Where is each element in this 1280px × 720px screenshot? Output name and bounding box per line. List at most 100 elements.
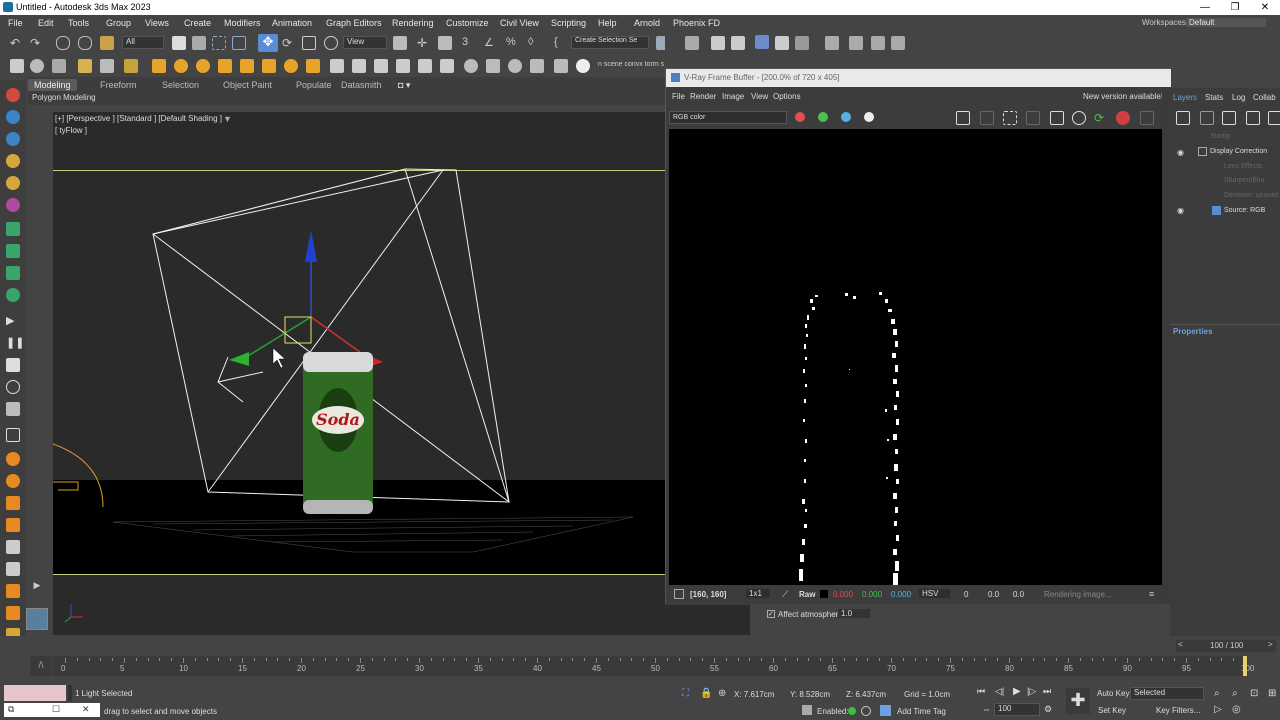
enabled-dot[interactable] bbox=[848, 707, 856, 715]
vfb-splitter[interactable] bbox=[1162, 88, 1170, 604]
z-coord[interactable]: Z: 6.437cm bbox=[846, 690, 886, 699]
pivot-center-icon[interactable] bbox=[393, 36, 407, 50]
set-key-button[interactable]: Set Key bbox=[1098, 706, 1126, 715]
key-set-dropdown[interactable]: Selected bbox=[1130, 687, 1204, 700]
vray-material-icon[interactable] bbox=[464, 59, 478, 73]
tab-selection[interactable]: Selection bbox=[162, 80, 199, 90]
green-channel-button[interactable] bbox=[818, 112, 828, 122]
tab-layers[interactable]: Layers bbox=[1173, 93, 1197, 102]
vray-render-icon[interactable] bbox=[508, 59, 522, 73]
angle-snap-icon[interactable]: ∠ bbox=[484, 36, 498, 50]
vray-sun2-icon[interactable] bbox=[284, 59, 298, 73]
named-selection-dropdown[interactable]: Create Selection Se bbox=[571, 36, 649, 49]
alpha-channel-button[interactable] bbox=[864, 112, 874, 122]
fire-icon-8[interactable] bbox=[6, 606, 20, 620]
vray-plane-icon[interactable] bbox=[374, 59, 388, 73]
zoom-icon[interactable]: ⌕ bbox=[1214, 688, 1220, 699]
render-last-icon[interactable] bbox=[1140, 111, 1154, 125]
orbit-icon[interactable]: ◎ bbox=[1232, 704, 1241, 715]
maxscript-mini-listener[interactable] bbox=[4, 685, 66, 701]
tool-icon-5[interactable] bbox=[6, 540, 20, 554]
lock-icon[interactable]: 🔒 bbox=[700, 688, 712, 699]
vray-ipr-icon[interactable] bbox=[530, 59, 544, 73]
layer-explorer-icon[interactable] bbox=[731, 36, 745, 50]
menu-animation[interactable]: Animation bbox=[272, 18, 312, 28]
tool-green-2-icon[interactable] bbox=[6, 244, 20, 258]
layer-add-icon[interactable] bbox=[1176, 111, 1190, 125]
vray-icon-6[interactable] bbox=[124, 59, 138, 73]
link-icon[interactable] bbox=[56, 36, 70, 50]
zoom-extents-all-icon[interactable]: ⊞ bbox=[1268, 688, 1276, 699]
vray-sun-icon[interactable] bbox=[152, 59, 166, 73]
select-object-icon[interactable] bbox=[172, 36, 186, 50]
eye-icon[interactable]: ◉ bbox=[1177, 148, 1184, 157]
tab-log[interactable]: Log bbox=[1232, 93, 1245, 102]
red-channel-button[interactable] bbox=[795, 112, 805, 122]
time-tag-icon[interactable] bbox=[880, 705, 891, 716]
menu-views[interactable]: Views bbox=[145, 18, 169, 28]
expand-arrow-icon[interactable]: ▶ bbox=[26, 580, 48, 594]
percent-snap-icon[interactable]: % bbox=[506, 36, 520, 50]
vray-fur-icon[interactable] bbox=[352, 59, 366, 73]
tab-modeling[interactable]: Modeling bbox=[28, 79, 77, 91]
zoom-all-icon[interactable]: ⌕ bbox=[1232, 688, 1238, 699]
hierarchy-icon[interactable] bbox=[6, 132, 20, 146]
vray-icon-3[interactable] bbox=[52, 59, 66, 73]
menu-help[interactable]: Help bbox=[598, 18, 617, 28]
zoom-extents-icon[interactable]: ⊡ bbox=[1250, 688, 1258, 699]
trash-icon[interactable] bbox=[6, 402, 20, 416]
vray-icon-2[interactable] bbox=[30, 59, 44, 73]
time-config-icon[interactable]: ⚙ bbox=[1044, 704, 1052, 715]
abs-mode-icon[interactable]: ⊕ bbox=[718, 688, 726, 699]
menu-customize[interactable]: Customize bbox=[446, 18, 489, 28]
timeline-mini-icon[interactable]: /\ bbox=[30, 656, 52, 676]
layer-load-icon[interactable] bbox=[1222, 111, 1236, 125]
vfb-menu-view[interactable]: View bbox=[751, 92, 768, 101]
stop-icon[interactable] bbox=[6, 358, 20, 372]
polygon-modeling-label[interactable]: Polygon Modeling bbox=[32, 93, 96, 102]
render-setup-icon[interactable] bbox=[849, 36, 863, 50]
scene-explorer-icon[interactable] bbox=[711, 36, 725, 50]
display-icon[interactable] bbox=[6, 176, 20, 190]
schematic-view-icon[interactable] bbox=[795, 36, 809, 50]
menu-create[interactable]: Create bbox=[184, 18, 211, 28]
vfb-menu-file[interactable]: File bbox=[672, 92, 685, 101]
key-mode-icon[interactable]: ⇔ bbox=[982, 704, 991, 714]
next-frame-icon[interactable]: |▷ bbox=[1027, 686, 1036, 697]
menu-civil-view[interactable]: Civil View bbox=[500, 18, 539, 28]
menu-phoenix-fd[interactable]: Phoenix FD bbox=[673, 18, 720, 28]
time-tag-circle-icon[interactable] bbox=[861, 706, 871, 716]
layer-menu-icon[interactable] bbox=[1268, 111, 1280, 125]
save-image-icon[interactable] bbox=[956, 111, 970, 125]
square-icon[interactable]: ☐ bbox=[52, 704, 60, 715]
render-image[interactable] bbox=[669, 129, 1163, 585]
record-icon[interactable] bbox=[6, 380, 20, 394]
window-icon[interactable]: ⧉ bbox=[8, 704, 14, 715]
tab-stats[interactable]: Stats bbox=[1205, 93, 1223, 102]
vray-sphere-icon[interactable] bbox=[196, 59, 210, 73]
isolate-icon[interactable]: ⛶ bbox=[682, 688, 689, 699]
tool-icon-6[interactable] bbox=[6, 562, 20, 576]
menu-graph-editors[interactable]: Graph Editors bbox=[326, 18, 382, 28]
utilities-icon[interactable] bbox=[6, 198, 20, 212]
vray-icon-5[interactable] bbox=[100, 59, 114, 73]
new-version-link[interactable]: New version available! bbox=[1083, 92, 1163, 101]
render-frame-icon[interactable] bbox=[871, 36, 885, 50]
layer-sharpen[interactable]: Sharpen/Blur bbox=[1224, 177, 1265, 184]
vray-mesh-light-icon[interactable] bbox=[262, 59, 276, 73]
vray-proxy-icon[interactable] bbox=[330, 59, 344, 73]
render-production-icon[interactable] bbox=[891, 36, 905, 50]
x-icon[interactable]: ✕ bbox=[82, 704, 90, 715]
ribbon-toggle-icon[interactable] bbox=[755, 35, 769, 49]
menu-arnold[interactable]: Arnold bbox=[634, 18, 660, 28]
compare-icon[interactable] bbox=[1050, 111, 1064, 125]
color-mode-dropdown[interactable]: HSV bbox=[919, 589, 951, 598]
timeline[interactable]: 0 5 10 15 20 25 30 35 40 45 50 55 60 65 70 75 80 85 90 95 10… bbox=[53, 656, 1254, 676]
snap-3d-icon[interactable]: 3 bbox=[462, 36, 476, 50]
minimize-button[interactable]: — bbox=[1190, 0, 1220, 15]
menu-edit[interactable]: Edit bbox=[38, 18, 54, 28]
rect-region-icon[interactable] bbox=[212, 36, 226, 50]
load-image-icon[interactable] bbox=[980, 111, 994, 125]
tab-collab[interactable]: Collab bbox=[1253, 93, 1276, 102]
prev-frame-icon[interactable]: ◁| bbox=[995, 686, 1004, 697]
